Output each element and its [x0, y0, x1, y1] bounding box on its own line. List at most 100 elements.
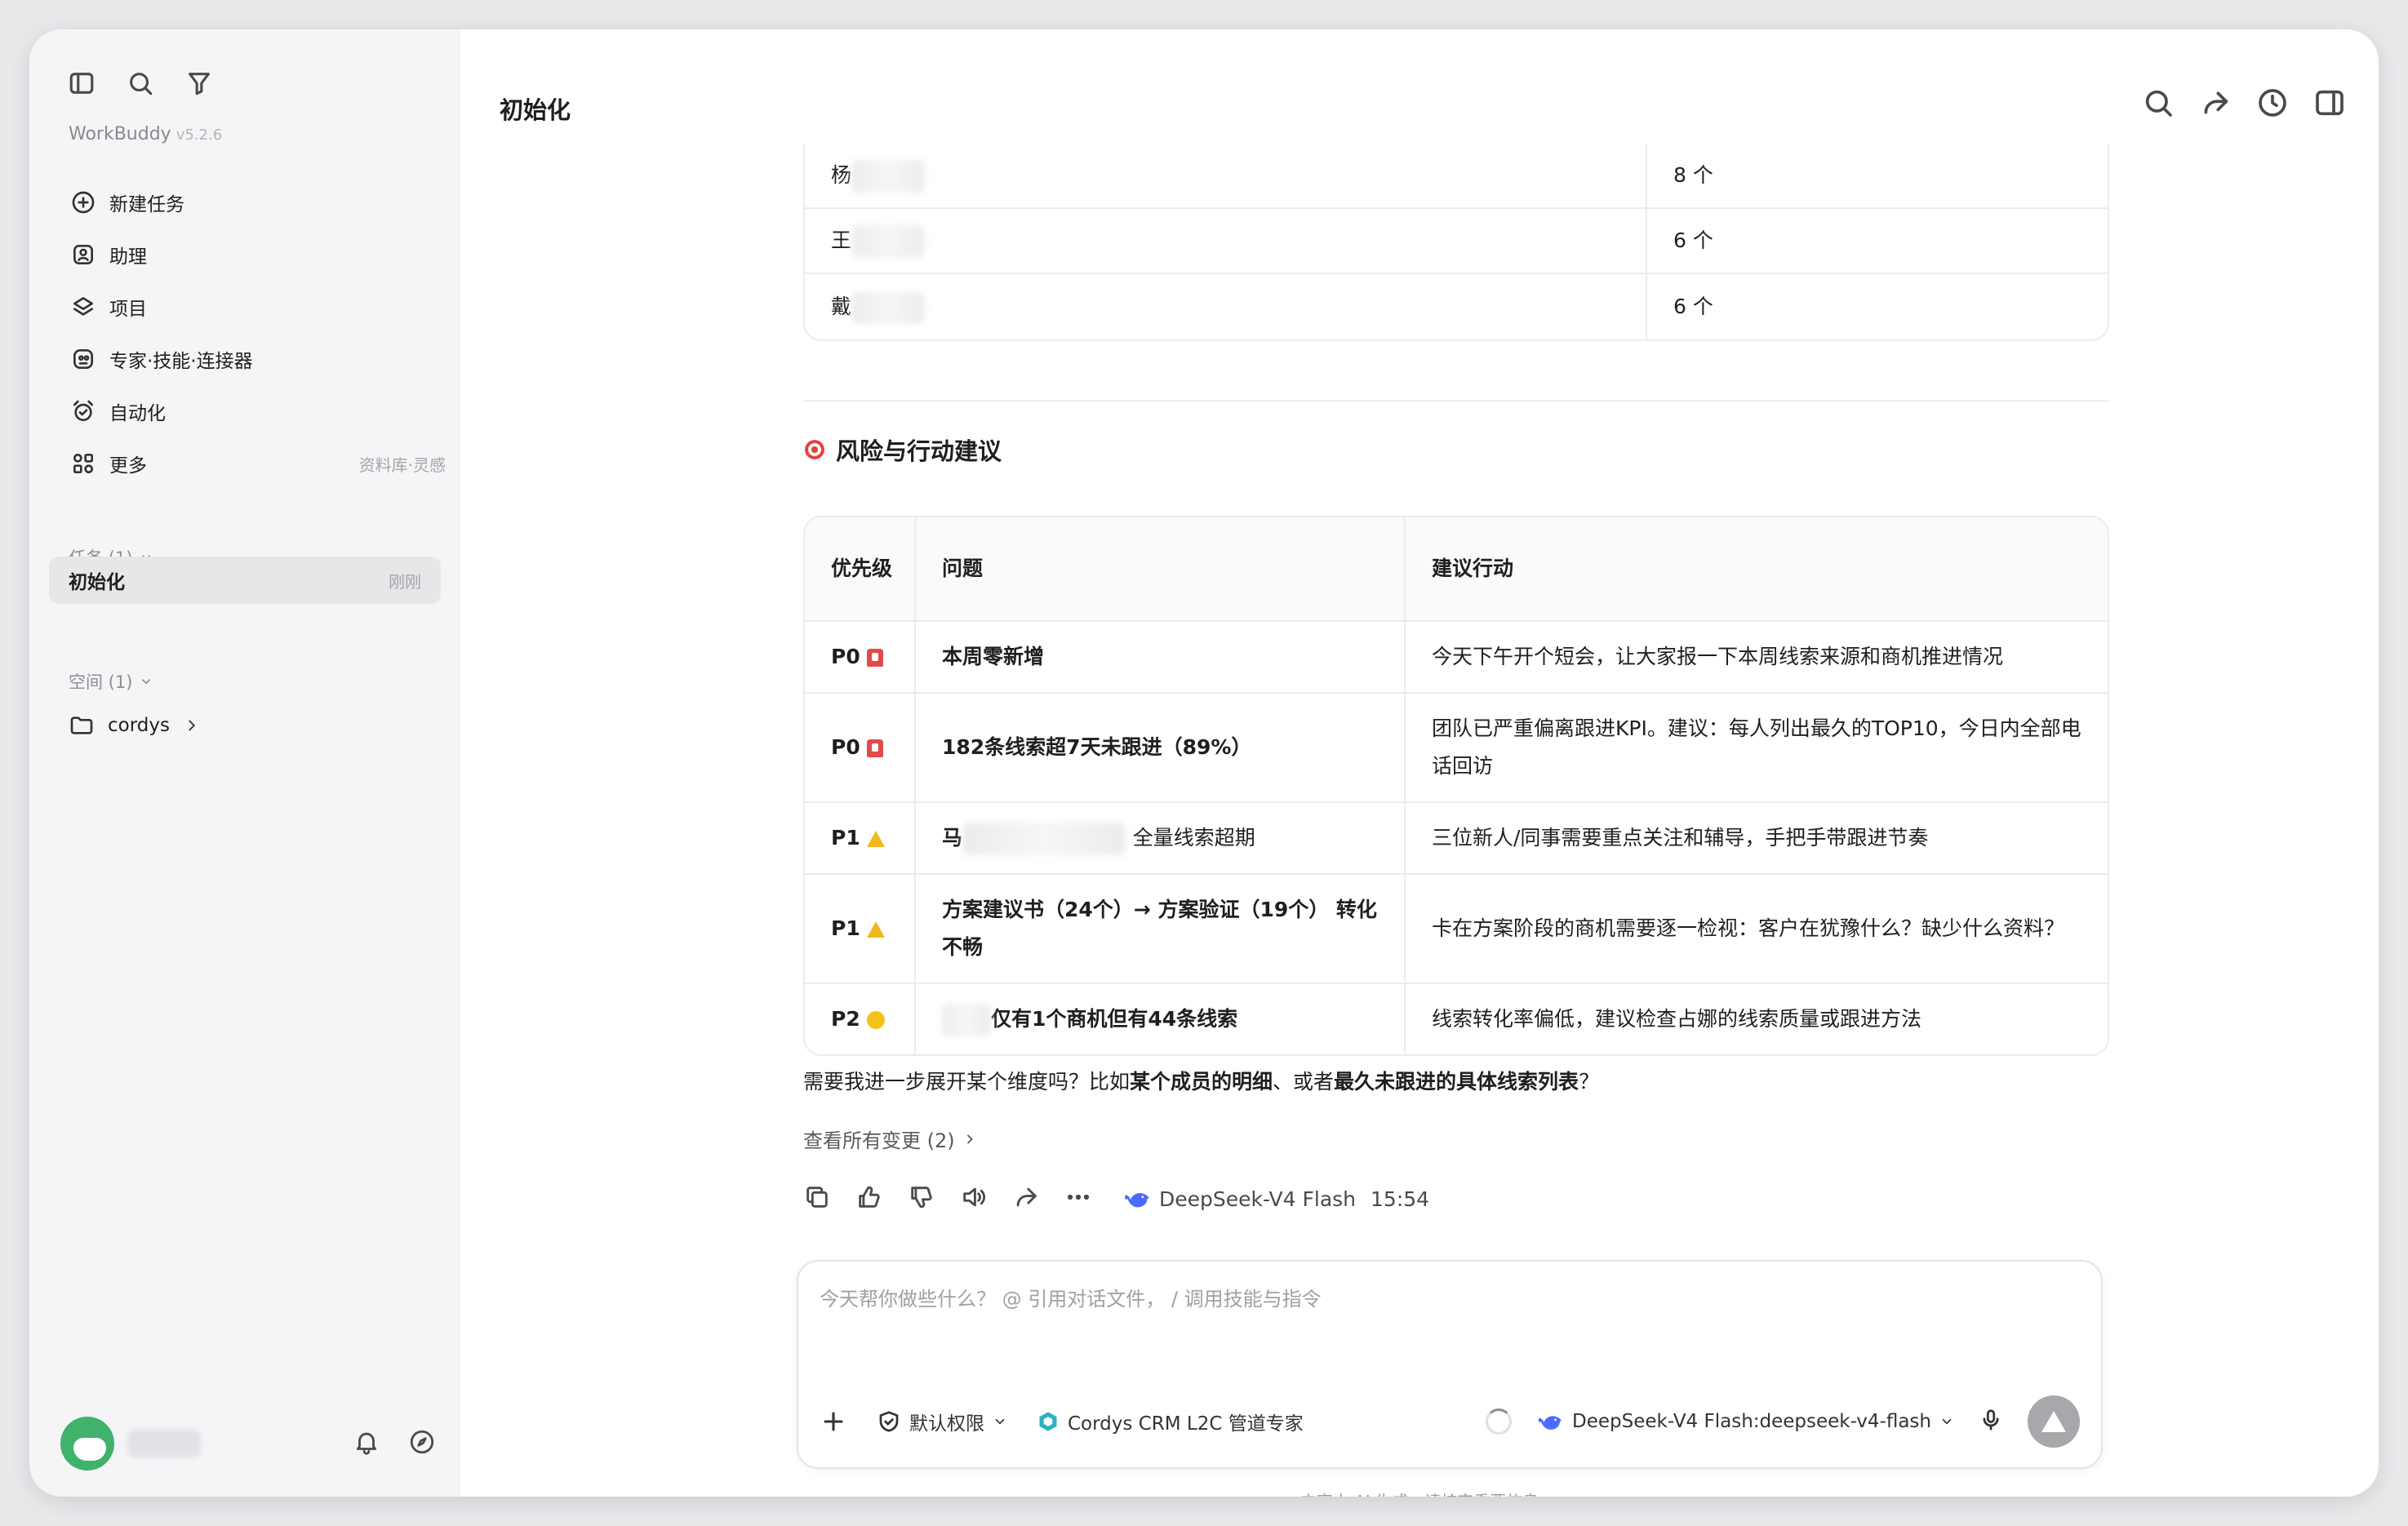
section-title-text: 风险与行动建议 — [836, 437, 1002, 465]
member-name: 王 — [831, 228, 852, 252]
notifications-button[interactable] — [353, 1428, 380, 1459]
plus-circle-icon — [72, 191, 95, 214]
microphone-icon — [1983, 1409, 1999, 1431]
sidebar-nav: 新建任务 助理 项目 专家·技能·连接器 自动化 更多 资料库·灵感 — [65, 176, 446, 490]
like-button[interactable] — [855, 1183, 883, 1214]
task-time: 刚刚 — [389, 571, 421, 592]
follow-text: ？ — [1579, 1070, 1600, 1093]
model-dropdown[interactable]: DeepSeek-V4 Flash:deepseek-v4-flash — [1536, 1411, 1954, 1432]
voice-input-button[interactable] — [1979, 1408, 2003, 1435]
side-panel-icon — [2316, 90, 2344, 116]
history-button[interactable] — [2256, 87, 2289, 122]
filter-button[interactable] — [178, 62, 220, 104]
view-changes-link[interactable]: 查看所有变更 (2) — [803, 1125, 978, 1153]
nav-automation[interactable]: 自动化 — [65, 385, 446, 437]
grid-icon — [73, 454, 93, 473]
table-cell: 王 — [805, 209, 1647, 274]
composer-toolbar: 默认权限 Cordys CRM L2C 管道专家 DeepSeek-V4 Fla… — [820, 1395, 2080, 1448]
redacted-names — [962, 823, 1126, 855]
nav-project[interactable]: 项目 — [65, 281, 446, 333]
space-label: cordys — [108, 715, 170, 736]
table-row: P1 方案建议书（24个）→ 方案验证（19个） 转化不畅 卡在方案阶段的商机需… — [805, 875, 2108, 984]
model-label: DeepSeek-V4 Flash:deepseek-v4-flash — [1572, 1411, 1931, 1432]
share-icon — [1016, 1187, 1037, 1207]
nav-experts[interactable]: 专家·技能·连接器 — [65, 333, 446, 385]
issue-cell: 182条线索超7天未跟进（89%） — [916, 694, 1406, 803]
toggle-sidebar-button[interactable] — [60, 62, 103, 104]
nav-more[interactable]: 更多 资料库·灵感 — [65, 437, 446, 490]
sidebar-search-button[interactable] — [119, 62, 162, 104]
nav-more-hint: 资料库·灵感 — [358, 455, 446, 475]
nav-label: 助理 — [109, 246, 147, 268]
message-actions: DeepSeek-V4 Flash 15:54 — [803, 1183, 1429, 1214]
chevron-down-icon — [1942, 1418, 1952, 1425]
nav-new-task[interactable]: 新建任务 — [65, 176, 446, 228]
spaces-section-header[interactable]: 空间 (1) — [69, 669, 153, 694]
app-window: WorkBuddy v5.2.6 新建任务 助理 项目 专家·技能·连接器 自动化 — [29, 29, 2379, 1497]
deepseek-whale-icon — [1125, 1192, 1149, 1208]
nav-label: 专家·技能·连接器 — [109, 351, 253, 372]
dislike-button[interactable] — [908, 1183, 935, 1214]
space-item-cordys[interactable]: cordys — [69, 705, 201, 746]
priority-label: P1 — [831, 826, 860, 850]
redacted-name — [851, 160, 926, 193]
header-toolbar — [2142, 87, 2346, 122]
follow-bold: 某个成员的明细 — [1130, 1070, 1273, 1093]
priority-cell: P0 — [805, 694, 916, 803]
share-button[interactable] — [2199, 87, 2232, 122]
risk-table: 优先级 问题 建议行动 P0 本周零新增 今天下午开个短会，让大家报一下本周线索… — [803, 516, 2109, 1056]
priority-label: P0 — [831, 645, 860, 668]
table-row: 杨 8 个 — [805, 144, 2108, 209]
issue-prefix: 马 — [942, 826, 963, 850]
more-button[interactable] — [1064, 1183, 1092, 1214]
speaker-icon — [963, 1187, 985, 1207]
forward-button[interactable] — [1012, 1183, 1040, 1214]
project-icon — [73, 297, 93, 316]
copy-button[interactable] — [803, 1183, 831, 1214]
priority-cell: P1 — [805, 875, 916, 984]
section-divider — [803, 400, 2109, 401]
search-button[interactable] — [2142, 87, 2175, 122]
copy-icon — [806, 1187, 828, 1208]
explore-button[interactable] — [408, 1428, 436, 1459]
issue-cell: 方案建议书（24个）→ 方案验证（19个） 转化不畅 — [916, 875, 1406, 984]
table-row: P1 马 全量线索超期 三位新人/同事需要重点关注和辅导，手把手带跟进节奏 — [805, 803, 2108, 875]
composer: 默认权限 Cordys CRM L2C 管道专家 DeepSeek-V4 Fla… — [797, 1260, 2103, 1469]
thumbs-down-icon — [911, 1187, 932, 1209]
folder-icon — [70, 716, 93, 734]
task-label: 初始化 — [69, 572, 125, 593]
permission-dropdown[interactable]: 默认权限 — [877, 1408, 1007, 1435]
priority-cell: P1 — [805, 803, 916, 875]
send-button[interactable] — [2028, 1395, 2080, 1448]
priority-cell: P0 — [805, 622, 916, 694]
issue-cell: 仅有1个商机但有44条线索 — [916, 984, 1406, 1054]
member-count: 6 个 — [1647, 209, 2108, 274]
brand-name: WorkBuddy — [69, 124, 171, 144]
avatar[interactable] — [60, 1417, 114, 1471]
attach-button[interactable] — [820, 1408, 847, 1435]
cordys-logo-icon — [1039, 1412, 1057, 1431]
nav-assistant[interactable]: 助理 — [65, 228, 446, 281]
toggle-panel-button[interactable] — [2313, 87, 2346, 122]
search-icon — [2145, 90, 2172, 117]
task-item-init[interactable]: 初始化 刚刚 — [49, 557, 441, 604]
col-priority: 优先级 — [805, 517, 916, 622]
alarm-clock-icon — [73, 400, 93, 421]
agent-selector[interactable]: Cordys CRM L2C 管道专家 — [1037, 1408, 1304, 1435]
priority-label: P2 — [831, 1007, 860, 1031]
member-count-table: 杨 8 个 王 6 个 戴 6 个 — [803, 144, 2109, 341]
search-icon — [130, 73, 153, 95]
issue-suffix: 全量线索超期 — [1132, 826, 1255, 850]
chevron-down-icon — [995, 1418, 1005, 1425]
nav-label: 自动化 — [109, 403, 166, 424]
col-action: 建议行动 — [1406, 517, 2108, 622]
follow-bold: 最久未跟进的具体线索列表 — [1334, 1070, 1579, 1093]
prompt-input[interactable] — [820, 1283, 1962, 1315]
read-aloud-button[interactable] — [960, 1183, 988, 1214]
nav-label: 新建任务 — [109, 194, 184, 215]
user-row — [60, 1415, 444, 1472]
action-cell: 三位新人/同事需要重点关注和辅导，手把手带跟进节奏 — [1406, 803, 2108, 875]
chevron-down-icon — [142, 679, 151, 685]
model-name: DeepSeek-V4 Flash — [1159, 1187, 1357, 1211]
issue-cell: 本周零新增 — [916, 622, 1406, 694]
